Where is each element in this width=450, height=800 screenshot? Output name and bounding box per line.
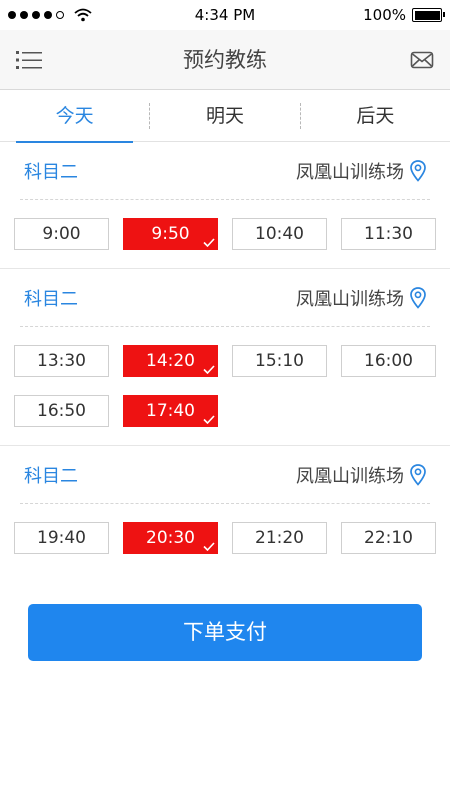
checkmark-icon xyxy=(203,365,215,374)
time-slot-label: 17:40 xyxy=(146,401,195,421)
battery-icon xyxy=(412,8,445,22)
time-slot-grid: 13:30 14:20 15:10 16:00 16:50 17:40 xyxy=(14,345,436,427)
time-slot-label: 21:20 xyxy=(255,528,304,548)
page-title: 预约教练 xyxy=(183,48,267,72)
schedule-section: 科目二 凤凰山训练场 13:30 14:20 15:10 16:00 16:50… xyxy=(0,269,450,446)
time-slot[interactable]: 13:30 xyxy=(14,345,109,377)
battery-percent: 100% xyxy=(363,6,406,24)
time-slot-selected[interactable]: 9:50 xyxy=(123,218,218,250)
section-header: 科目二 凤凰山训练场 xyxy=(20,142,430,200)
location-pin-icon xyxy=(410,159,426,182)
venue-label: 凤凰山训练场 xyxy=(296,465,404,487)
time-slot-label: 9:50 xyxy=(151,224,190,244)
time-slot[interactable]: 11:30 xyxy=(341,218,436,250)
time-slot-label: 16:00 xyxy=(364,351,413,371)
time-slot-selected[interactable]: 17:40 xyxy=(123,395,218,427)
tab-day-after-tomorrow[interactable]: 后天 xyxy=(301,90,450,142)
section-header: 科目二 凤凰山训练场 xyxy=(20,269,430,327)
time-slot-label: 13:30 xyxy=(37,351,86,371)
time-slot[interactable]: 9:00 xyxy=(14,218,109,250)
mail-icon[interactable] xyxy=(410,49,434,71)
section-header: 科目二 凤凰山训练场 xyxy=(20,446,430,504)
time-slot[interactable]: 22:10 xyxy=(341,522,436,554)
time-slot[interactable]: 16:50 xyxy=(14,395,109,427)
venue-label: 凤凰山训练场 xyxy=(296,288,404,310)
schedule-section: 科目二 凤凰山训练场 9:00 9:50 10:40 11:30 xyxy=(0,142,450,269)
subject-label: 科目二 xyxy=(24,161,78,183)
time-slot-grid: 19:40 20:30 21:20 22:10 xyxy=(14,522,436,554)
time-slot-label: 14:20 xyxy=(146,351,195,371)
time-slot-label: 16:50 xyxy=(37,401,86,421)
checkmark-icon xyxy=(203,542,215,551)
time-slot-label: 20:30 xyxy=(146,528,195,548)
schedule-section: 科目二 凤凰山训练场 19:40 20:30 21:20 22:10 xyxy=(0,446,450,572)
time-slot-selected[interactable]: 20:30 xyxy=(123,522,218,554)
status-bar: 4:34 PM 100% xyxy=(0,0,450,30)
time-slot-label: 10:40 xyxy=(255,224,304,244)
venue-label: 凤凰山训练场 xyxy=(296,161,404,183)
place-order-pay-button[interactable]: 下单支付 xyxy=(28,604,422,661)
time-slot[interactable]: 10:40 xyxy=(232,218,327,250)
time-slot-selected[interactable]: 14:20 xyxy=(123,345,218,377)
time-slot[interactable]: 21:20 xyxy=(232,522,327,554)
tab-tomorrow[interactable]: 明天 xyxy=(150,90,299,142)
time-slot-grid: 9:00 9:50 10:40 11:30 xyxy=(14,218,436,250)
nav-bar: 预约教练 xyxy=(0,30,450,90)
time-slot[interactable]: 16:00 xyxy=(341,345,436,377)
location-pin-icon xyxy=(410,463,426,486)
time-slot-label: 9:00 xyxy=(42,224,81,244)
subject-label: 科目二 xyxy=(24,465,78,487)
venue[interactable]: 凤凰山训练场 xyxy=(296,285,426,311)
day-tabs: 今天 明天 后天 xyxy=(0,90,450,143)
checkmark-icon xyxy=(203,238,215,247)
time-slot[interactable]: 15:10 xyxy=(232,345,327,377)
venue[interactable]: 凤凰山训练场 xyxy=(296,462,426,488)
time-slot[interactable]: 19:40 xyxy=(14,522,109,554)
location-pin-icon xyxy=(410,286,426,309)
time-slot-label: 11:30 xyxy=(364,224,413,244)
time-slot-label: 15:10 xyxy=(255,351,304,371)
time-slot-label: 22:10 xyxy=(364,528,413,548)
venue[interactable]: 凤凰山训练场 xyxy=(296,158,426,184)
subject-label: 科目二 xyxy=(24,288,78,310)
time-slot-label: 19:40 xyxy=(37,528,86,548)
tab-today[interactable]: 今天 xyxy=(0,90,149,143)
checkmark-icon xyxy=(203,415,215,424)
battery-fill xyxy=(414,10,440,20)
